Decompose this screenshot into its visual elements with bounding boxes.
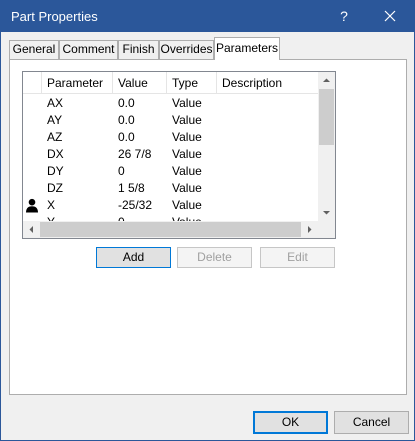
horizontal-scroll-thumb[interactable] [40, 222, 301, 237]
cell-value: 26 7/8 [118, 147, 152, 161]
help-button[interactable]: ? [331, 3, 357, 29]
vertical-scrollbar[interactable] [318, 72, 335, 221]
scroll-left-icon [29, 226, 33, 233]
cell-type: Value [172, 164, 202, 178]
cell-parameter: DZ [47, 181, 63, 195]
header-icon-column [23, 72, 42, 94]
person-icon [25, 198, 39, 213]
close-icon [384, 10, 396, 22]
scroll-up-icon [323, 78, 330, 82]
vertical-scroll-thumb[interactable] [319, 89, 334, 145]
cell-description [217, 112, 318, 129]
tab-parameters[interactable]: Parameters [214, 37, 280, 60]
grid-header: Parameter Value Type Description [23, 72, 318, 94]
cell-value: 0.0 [118, 130, 135, 144]
scroll-corner [318, 221, 335, 238]
add-button[interactable]: Add [96, 247, 171, 268]
parameters-grid[interactable]: Parameter Value Type Description AX 0.0 Va… [22, 71, 336, 239]
cell-value: 0.0 [118, 113, 135, 127]
column-header-description[interactable]: Description [217, 72, 318, 94]
table-row[interactable]: AZ 0.0 Value [23, 129, 318, 146]
cell-parameter: AZ [47, 130, 63, 144]
close-button[interactable] [373, 1, 407, 32]
title-bar: Part Properties ? [1, 1, 414, 32]
cell-value: 1 5/8 [118, 181, 145, 195]
cell-description [217, 163, 318, 180]
ok-button[interactable]: OK [253, 411, 328, 434]
scroll-down-button[interactable] [318, 204, 335, 221]
table-row[interactable]: DZ 1 5/8 Value [23, 180, 318, 197]
cell-description [217, 95, 318, 112]
delete-button[interactable]: Delete [177, 247, 252, 268]
cell-value: 0 [118, 164, 125, 178]
table-row[interactable]: DY 0 Value [23, 163, 318, 180]
cell-description [217, 146, 318, 163]
tab-general[interactable]: General [9, 40, 59, 59]
cancel-button[interactable]: Cancel [334, 411, 409, 434]
cell-type: Value [172, 147, 202, 161]
dialog-title: Part Properties [11, 9, 98, 24]
horizontal-scrollbar[interactable] [23, 221, 318, 238]
cell-parameter: AY [47, 113, 63, 127]
edit-button[interactable]: Edit [260, 247, 335, 268]
tab-comment[interactable]: Comment [59, 40, 118, 59]
cell-description [217, 197, 318, 214]
cell-type: Value [172, 113, 202, 127]
scroll-down-icon [323, 211, 330, 215]
cell-type: Value [172, 181, 202, 195]
table-row[interactable]: AY 0.0 Value [23, 112, 318, 129]
cell-value: 0.0 [118, 96, 135, 110]
scroll-left-button[interactable] [23, 221, 40, 238]
column-header-parameter[interactable]: Parameter [42, 72, 113, 94]
scroll-up-button[interactable] [318, 72, 335, 89]
column-header-type[interactable]: Type [167, 72, 217, 94]
scroll-right-icon [308, 226, 312, 233]
cell-parameter: AX [47, 96, 64, 110]
scroll-right-button[interactable] [301, 221, 318, 238]
cell-parameter: DY [47, 164, 64, 178]
cell-parameter: X [47, 198, 56, 212]
table-row[interactable]: DX 26 7/8 Value [23, 146, 318, 163]
cell-type: Value [172, 198, 202, 212]
cell-description [217, 180, 318, 197]
part-properties-dialog: Part Properties ? General Comment Finish… [0, 0, 415, 441]
cell-type: Value [172, 130, 202, 144]
parameters-panel: Parameter Value Type Description AX 0.0 Va… [9, 59, 407, 395]
table-row[interactable]: AX 0.0 Value [23, 95, 318, 112]
cell-value: -25/32 [118, 198, 153, 212]
column-header-value[interactable]: Value [113, 72, 167, 94]
table-row[interactable]: X -25/32 Value [23, 197, 318, 214]
cell-parameter: DX [47, 147, 64, 161]
cell-type: Value [172, 96, 202, 110]
tab-finish[interactable]: Finish [118, 40, 159, 59]
tab-overrides[interactable]: Overrides [159, 40, 214, 59]
cell-description [217, 129, 318, 146]
